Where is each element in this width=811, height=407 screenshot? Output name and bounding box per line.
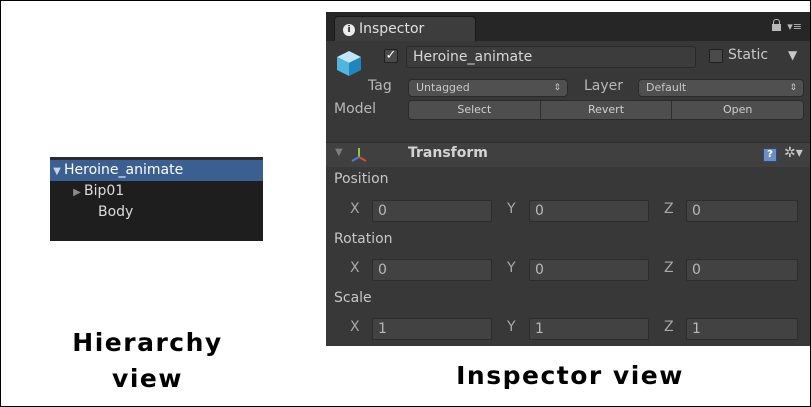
lock-icon[interactable] xyxy=(772,19,782,31)
gameobject-name-field[interactable]: Heroine_animate xyxy=(406,46,696,68)
static-dropdown-icon[interactable]: ▼ xyxy=(788,48,797,62)
scale-z-field[interactable]: 1 xyxy=(686,318,798,340)
axis-z-label: Z xyxy=(664,260,674,276)
axis-y-label: Y xyxy=(507,201,516,217)
hierarchy-item-body[interactable]: Body xyxy=(50,202,263,223)
hierarchy-caption: Hierarchy view xyxy=(40,325,255,397)
axis-z-label: Z xyxy=(664,319,674,335)
hierarchy-caption-line2: view xyxy=(112,364,183,393)
static-checkbox[interactable] xyxy=(709,49,723,63)
axis-y-label: Y xyxy=(507,260,516,276)
tag-value: Untagged xyxy=(416,81,470,94)
collapsed-triangle-icon[interactable]: ▶ xyxy=(70,182,84,203)
position-x-field[interactable]: 0 xyxy=(372,200,492,222)
gear-icon[interactable]: ✲▾ xyxy=(784,145,803,161)
transform-header[interactable]: ▼ Transform ? ✲▾ xyxy=(326,142,810,167)
open-button[interactable]: Open xyxy=(672,101,803,119)
component-title: Transform xyxy=(408,145,488,161)
scale-x-field[interactable]: 1 xyxy=(372,318,492,340)
hierarchy-item-bip01[interactable]: ▶ Bip01 xyxy=(50,181,263,202)
tag-label: Tag xyxy=(368,78,392,94)
menu-icon[interactable]: ▾≡ xyxy=(787,20,802,33)
layer-label: Layer xyxy=(584,78,624,94)
tab-inspector[interactable]: i Inspector xyxy=(334,16,476,41)
model-button-group: Select Revert Open xyxy=(408,100,804,120)
axis-x-label: X xyxy=(350,319,360,335)
updown-arrows-icon: ⇕ xyxy=(553,83,561,93)
inspector-caption: Inspector view xyxy=(456,361,684,390)
model-label: Model xyxy=(334,101,377,117)
hierarchy-item-label: Bip01 xyxy=(84,183,125,199)
hierarchy-item-heroine-animate[interactable]: ▼ Heroine_animate xyxy=(50,160,263,181)
rotation-y-field[interactable]: 0 xyxy=(529,259,649,281)
select-button[interactable]: Select xyxy=(409,101,541,119)
hierarchy-panel: ▼ Heroine_animate ▶ Bip01 Body xyxy=(50,157,263,241)
foldout-arrow-icon[interactable]: ▼ xyxy=(335,147,343,158)
tag-dropdown[interactable]: Untagged ⇕ xyxy=(408,79,568,97)
layer-dropdown[interactable]: Default ⇕ xyxy=(638,79,804,97)
rotation-x-field[interactable]: 0 xyxy=(372,259,492,281)
layer-value: Default xyxy=(646,81,687,94)
help-icon[interactable]: ? xyxy=(763,148,777,162)
scale-y-field[interactable]: 1 xyxy=(529,318,649,340)
axis-z-label: Z xyxy=(664,201,674,217)
hierarchy-item-label: Heroine_animate xyxy=(64,162,184,178)
axis-x-label: X xyxy=(350,201,360,217)
rotation-z-field[interactable]: 0 xyxy=(686,259,798,281)
rotation-label: Rotation xyxy=(334,231,393,247)
position-y-field[interactable]: 0 xyxy=(529,200,649,222)
updown-arrows-icon: ⇕ xyxy=(789,83,797,93)
transform-axes-icon xyxy=(351,148,367,162)
position-z-field[interactable]: 0 xyxy=(686,200,798,222)
static-label: Static xyxy=(728,47,769,63)
inspector-panel: i Inspector ▾≡ ✓ Heroine_animate Static ▼… xyxy=(326,12,810,346)
revert-button[interactable]: Revert xyxy=(540,101,673,119)
info-icon: i xyxy=(343,24,355,36)
axis-x-label: X xyxy=(350,260,360,276)
inspector-tab-bar: i Inspector ▾≡ xyxy=(326,12,810,41)
hierarchy-item-label: Body xyxy=(98,204,134,220)
axis-y-label: Y xyxy=(507,319,516,335)
hierarchy-caption-line1: Hierarchy xyxy=(72,328,223,357)
active-checkbox[interactable]: ✓ xyxy=(384,49,398,63)
tab-label: Inspector xyxy=(359,21,425,37)
expanded-triangle-icon[interactable]: ▼ xyxy=(50,161,64,182)
tab-bar-icons: ▾≡ xyxy=(772,19,802,33)
cube-icon xyxy=(337,51,361,76)
scale-label: Scale xyxy=(334,290,372,306)
position-label: Position xyxy=(334,171,389,187)
